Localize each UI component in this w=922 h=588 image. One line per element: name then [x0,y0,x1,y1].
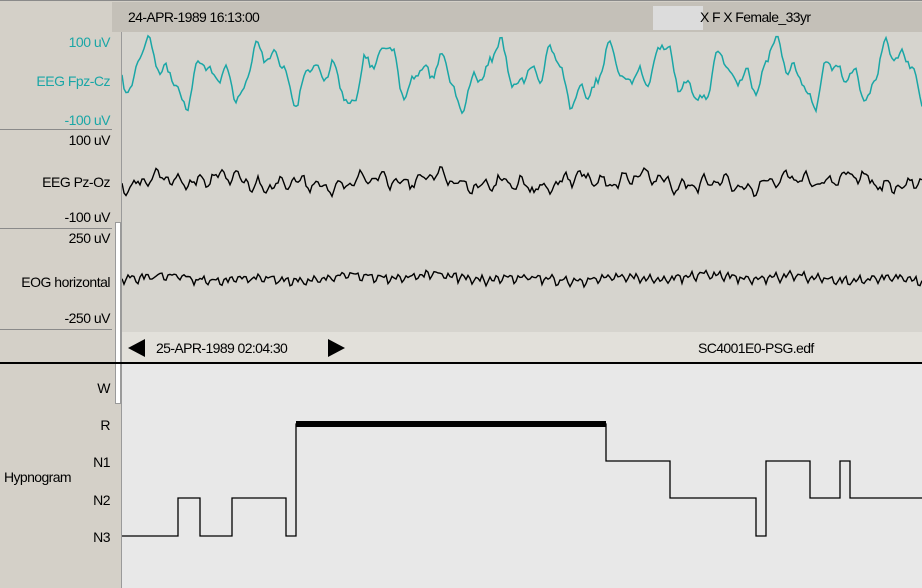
ch1-scale-bottom: -100 uV [64,112,110,128]
nav-label-spacer [0,332,112,362]
channel-separator [0,329,112,330]
stage-label-n2: N2 [93,492,110,508]
hypnogram-label-column: W R N1 N2 N3 Hypnogram [0,364,112,588]
channel-label-column: 100 uV EEG Fpz-Cz -100 uV 100 uV EEG Pz-… [0,32,112,332]
hypnogram-title: Hypnogram [4,469,72,485]
signal-traces [122,34,922,289]
header-highlight [653,6,703,30]
current-epoch-time: 25-APR-1989 02:04:30 [156,340,288,356]
epoch-navigation-bar: 25-APR-1989 02:04:30 SC4001E0-PSG.edf [122,332,922,362]
stage-label-w: W [97,380,110,396]
hypnogram-plot[interactable] [122,364,922,588]
eeg-fpz-cz-trace [122,34,922,115]
header-top-border [0,0,922,1]
recording-header: 24-APR-1989 16:13:00 X F X Female_33yr [0,0,922,32]
eog-horizontal-trace [122,269,922,289]
stage-label-r: R [100,417,110,433]
file-name: SC4001E0-PSG.edf [698,340,814,356]
vertical-scrollbar-thumb[interactable] [115,222,121,404]
ch2-scale-top: 100 uV [68,132,111,148]
ch2-scale-bottom: -100 uV [64,209,110,225]
ch3-scale-bottom: -250 uV [64,310,110,326]
stage-label-n1: N1 [93,454,110,470]
stage-label-n3: N3 [93,529,110,545]
next-epoch-arrow-icon[interactable] [328,339,345,357]
ch1-name: EEG Fpz-Cz [36,73,110,89]
ch2-name: EEG Pz-Oz [42,174,110,190]
eeg-pz-oz-trace [122,165,922,199]
subject-info: X F X Female_33yr [700,9,811,25]
ch1-scale-top: 100 uV [68,34,111,50]
channel-separator [0,129,112,130]
ch3-scale-top: 250 uV [68,230,111,246]
ch3-name: EOG horizontal [21,274,110,290]
hypnogram-stage-line [122,423,922,537]
recording-start-time: 24-APR-1989 16:13:00 [128,9,260,25]
previous-epoch-arrow-icon[interactable] [128,339,145,357]
channel-separator [0,228,112,229]
